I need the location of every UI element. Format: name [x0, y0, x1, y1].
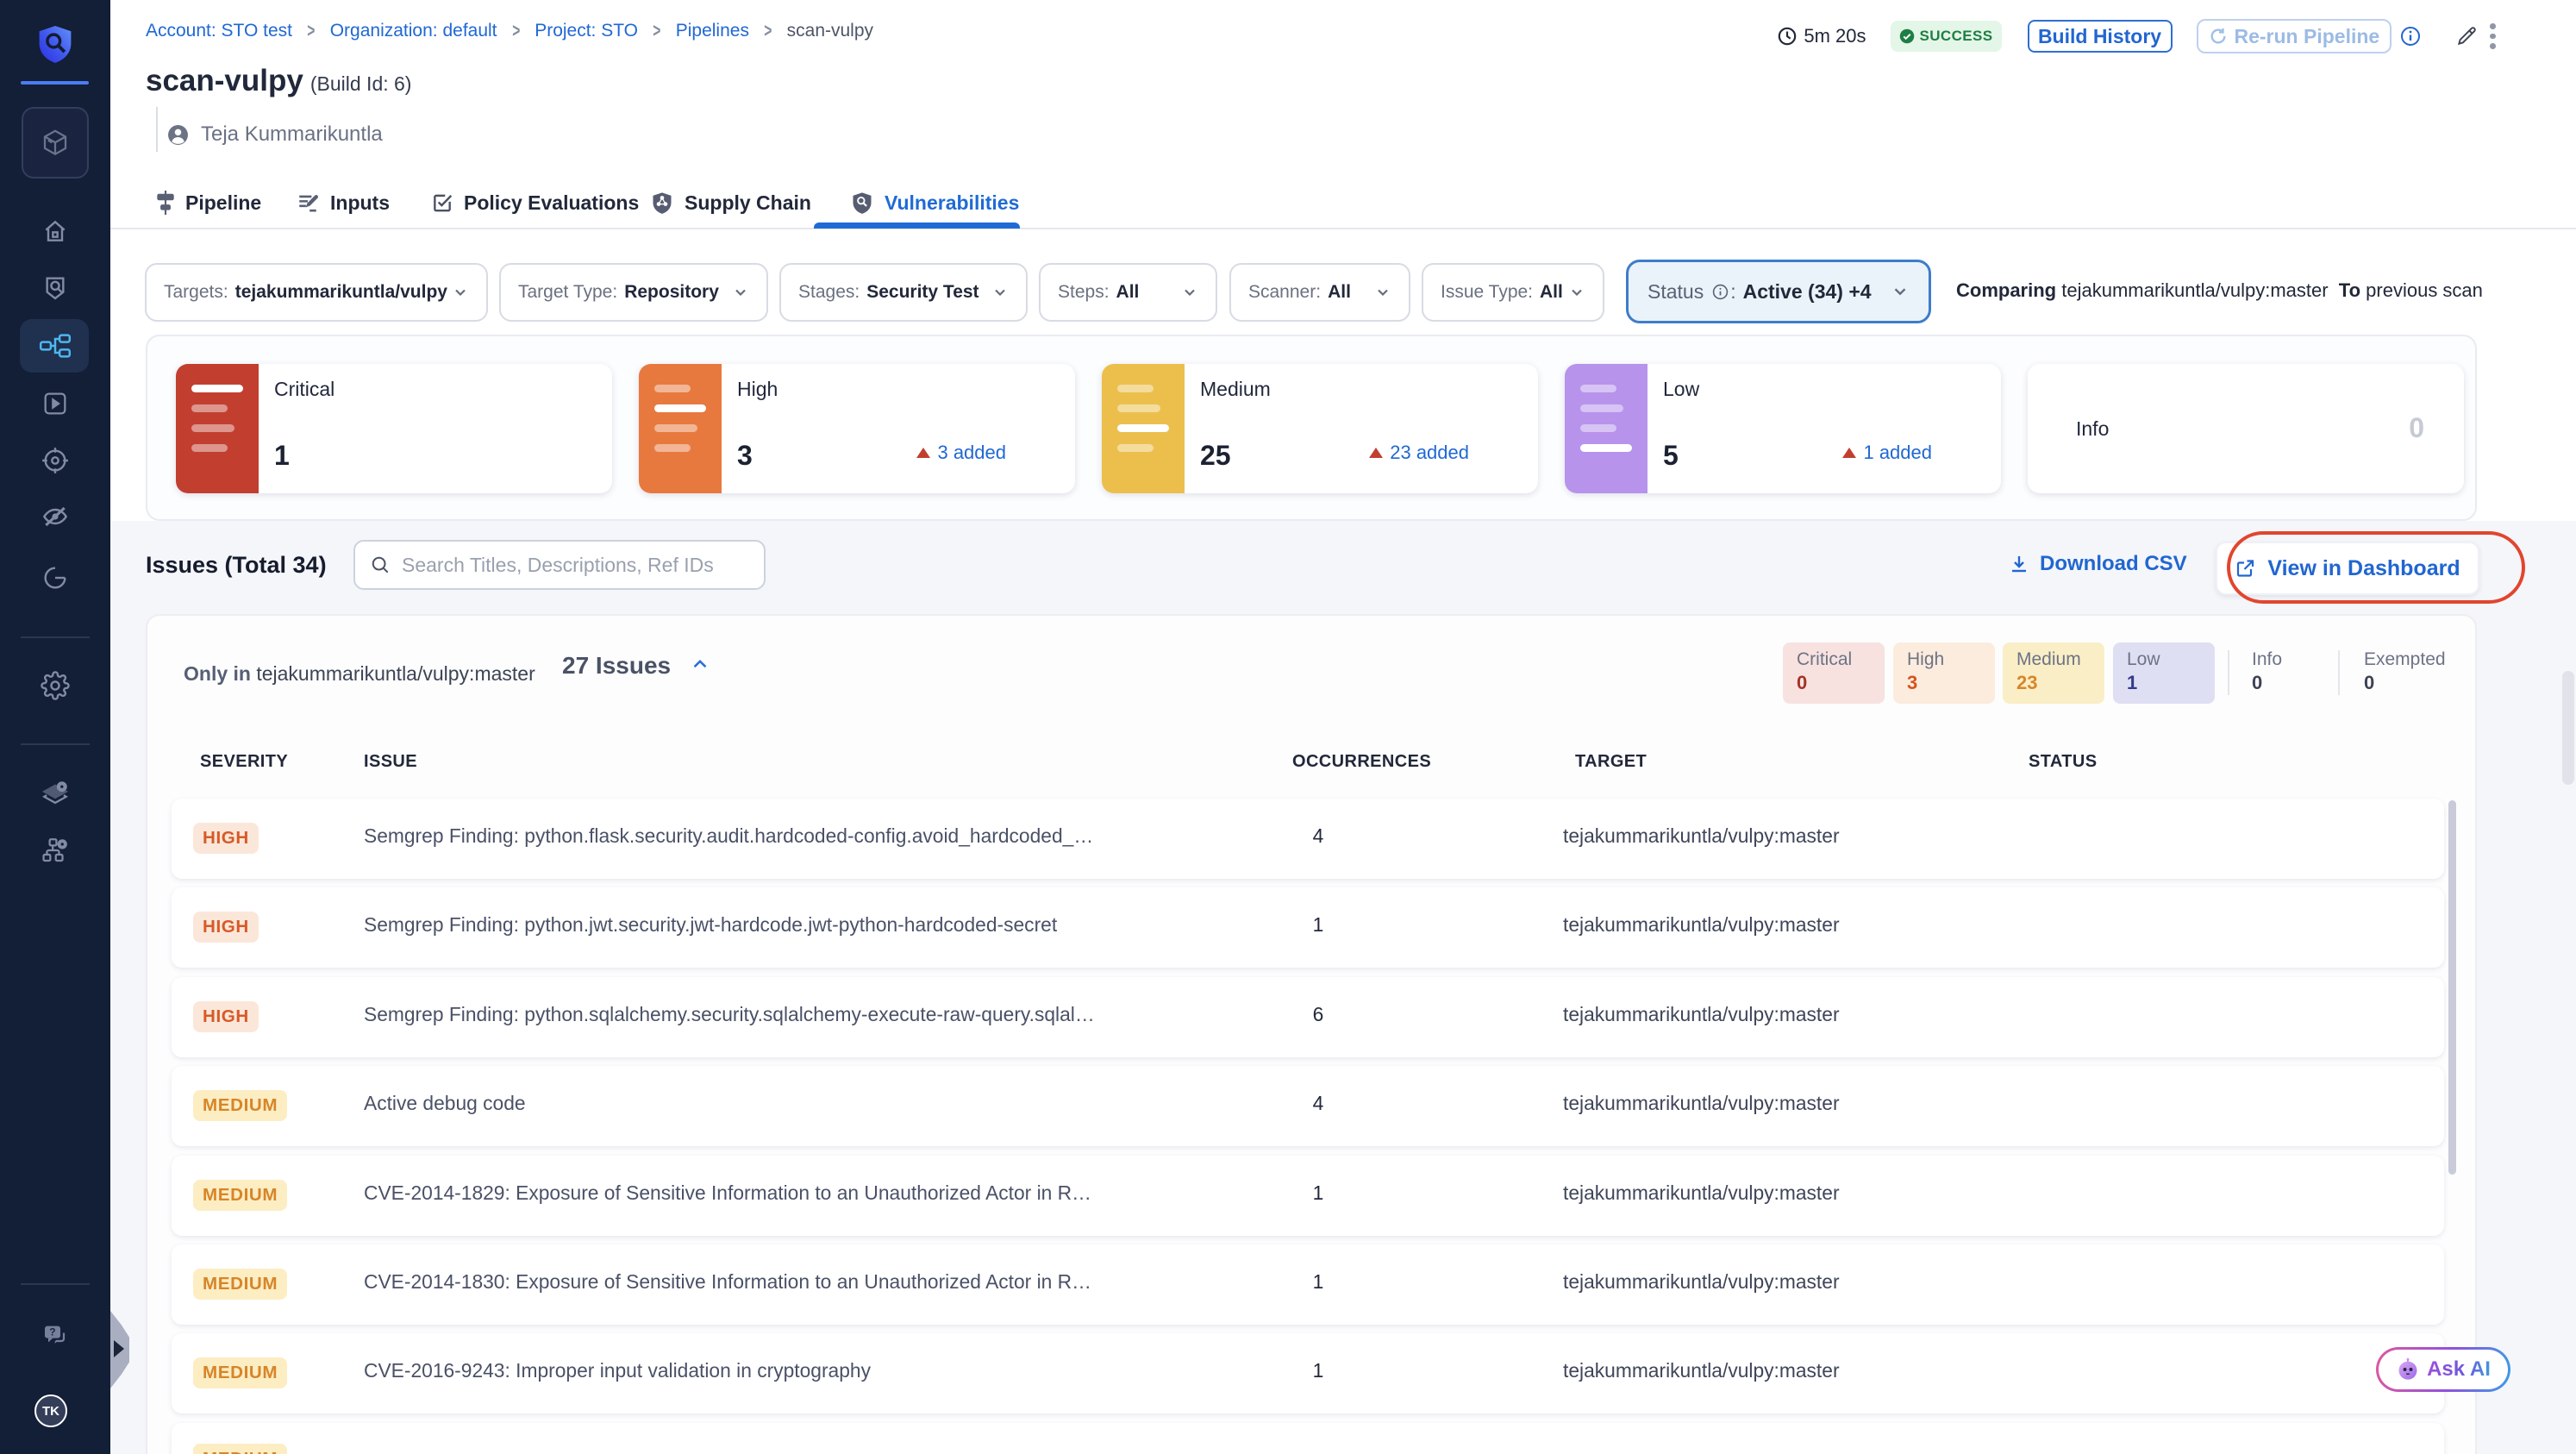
svg-text:?: ?	[49, 1326, 55, 1338]
